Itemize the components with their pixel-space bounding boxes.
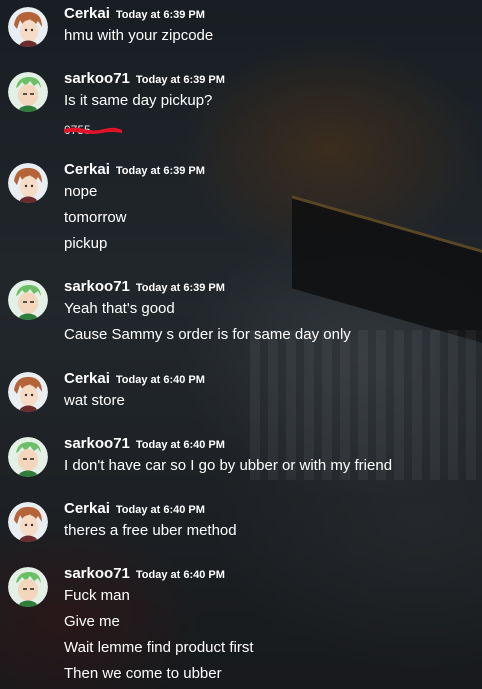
message-text: wat store <box>64 392 125 409</box>
message-group: sarkoo71 Today at 6:39 PM Is it same day … <box>0 70 482 137</box>
timestamp[interactable]: Today at 6:39 PM <box>116 9 205 21</box>
message-text: Cause Sammy s order is for same day only <box>64 326 351 343</box>
timestamp[interactable]: Today at 6:39 PM <box>116 165 205 177</box>
username[interactable]: sarkoo71 <box>64 565 130 582</box>
message-group: Cerkai Today at 6:39 PM hmu with your zip… <box>0 5 482 55</box>
message-header: sarkoo71 Today at 6:40 PM <box>64 435 225 455</box>
avatar-sarkoo71-icon[interactable] <box>8 567 48 607</box>
message-text: I don't have car so I go by ubber or wit… <box>64 457 393 474</box>
message-header: Cerkai Today at 6:39 PM <box>64 5 205 25</box>
username[interactable]: sarkoo71 <box>64 435 130 452</box>
avatar-cerkai-icon[interactable] <box>8 163 48 203</box>
timestamp[interactable]: Today at 6:39 PM <box>136 282 225 294</box>
message-header: sarkoo71 Today at 6:39 PM <box>64 70 225 90</box>
message-group: sarkoo71 Today at 6:40 PM Fuck man Give m… <box>0 565 482 687</box>
message-group: sarkoo71 Today at 6:39 PM Yeah that's goo… <box>0 278 482 348</box>
avatar-sarkoo71-icon[interactable] <box>8 437 48 477</box>
message-text: tomorrow <box>64 209 127 226</box>
chat-log: Cerkai Today at 6:39 PM hmu with your zip… <box>0 0 482 689</box>
avatar-cerkai-icon[interactable] <box>8 502 48 542</box>
message-text: Fuck man <box>64 587 130 604</box>
message-text: Give me <box>64 613 120 630</box>
message-group: Cerkai Today at 6:40 PM theres a free ube… <box>0 500 482 545</box>
message-text: nope <box>64 183 98 200</box>
username[interactable]: Cerkai <box>64 5 110 22</box>
timestamp[interactable]: Today at 6:40 PM <box>116 374 205 386</box>
message-group: Cerkai Today at 6:40 PM wat store <box>0 370 482 415</box>
message-text: theres a free uber method <box>64 522 237 539</box>
message-header: Cerkai Today at 6:40 PM <box>64 500 205 520</box>
message-group: Cerkai Today at 6:39 PM nope tomorrow pic… <box>0 161 482 256</box>
username[interactable]: sarkoo71 <box>64 278 130 295</box>
username[interactable]: Cerkai <box>64 161 110 178</box>
message-group: sarkoo71 Today at 6:40 PM I don't have ca… <box>0 435 482 480</box>
avatar-cerkai-icon[interactable] <box>8 372 48 412</box>
username[interactable]: sarkoo71 <box>64 70 130 87</box>
message-text: hmu with your zipcode <box>64 27 214 44</box>
message-header: Cerkai Today at 6:40 PM <box>64 370 205 390</box>
username[interactable]: Cerkai <box>64 500 110 517</box>
timestamp[interactable]: Today at 6:40 PM <box>136 439 225 451</box>
avatar-sarkoo71-icon[interactable] <box>8 72 48 112</box>
message-text: Then we come to ubber <box>64 665 222 682</box>
avatar-sarkoo71-icon[interactable] <box>8 280 48 320</box>
message-text: Yeah that's good <box>64 300 175 317</box>
message-header: sarkoo71 Today at 6:40 PM <box>64 565 225 585</box>
timestamp[interactable]: Today at 6:39 PM <box>136 74 225 86</box>
username[interactable]: Cerkai <box>64 370 110 387</box>
message-header: Cerkai Today at 6:39 PM <box>64 161 205 181</box>
message-header: sarkoo71 Today at 6:39 PM <box>64 278 225 298</box>
message-text: pickup <box>64 235 108 252</box>
timestamp[interactable]: Today at 6:40 PM <box>136 569 225 581</box>
timestamp[interactable]: Today at 6:40 PM <box>116 504 205 516</box>
message-text: Wait lemme find product first <box>64 639 254 656</box>
redacted-text: 0755 <box>64 122 122 137</box>
message-text: Is it same day pickup? <box>64 92 213 109</box>
avatar-cerkai-icon[interactable] <box>8 7 48 47</box>
